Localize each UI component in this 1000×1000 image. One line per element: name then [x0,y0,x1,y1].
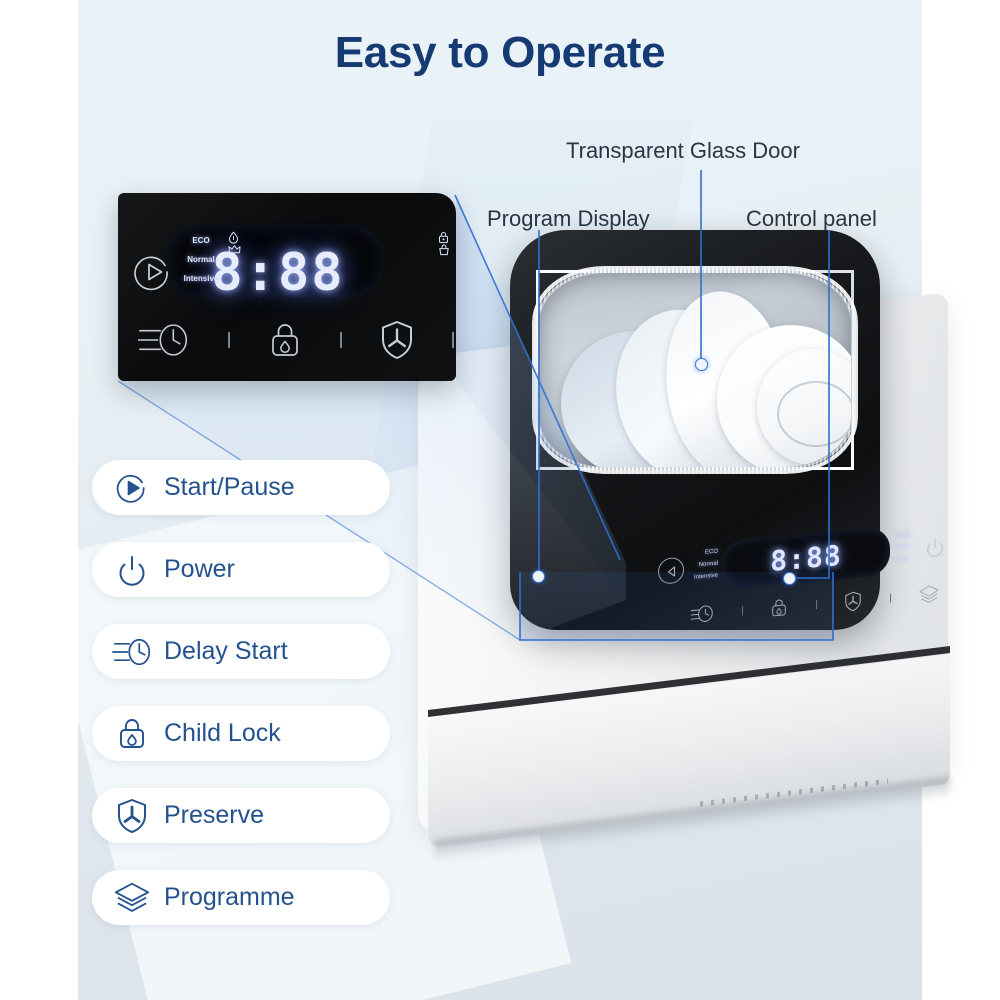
infographic-canvas: Easy to Operate 8:88 ECO Normal Intensiv… [0,0,1000,1000]
mini-divider [741,605,743,616]
mode-eco: ECO [192,236,210,245]
mini-delay-start-icon [690,605,713,622]
feature-label: Delay Start [164,637,288,665]
annotation-program-display: Program Display [487,206,650,231]
callout-dot-program-display [532,570,545,583]
display-right-icons [438,231,456,275]
mini-start-pause-icon[interactable] [658,556,684,585]
child-lock-icon [110,715,154,753]
page-title: Easy to Operate [334,28,666,77]
feature-item-start-pause[interactable]: Start/Pause [92,460,390,515]
mini-mode-intensive: Intensive [693,572,718,581]
start-pause-button[interactable] [132,251,174,293]
mini-display-value: 8:88 [770,538,842,578]
preserve-icon [110,797,154,835]
feature-item-preserve[interactable]: Preserve [92,788,390,843]
crown-icon [228,245,241,254]
basket-icon [439,244,449,256]
mini-divider [889,593,891,603]
feature-item-delay-start[interactable]: Delay Start [92,624,390,679]
feature-label: Preserve [164,801,265,829]
mode-intensive: Intensive [183,274,219,283]
control-button-row[interactable] [138,315,456,365]
mini-programme-icon [919,585,939,603]
programme-icon [110,879,154,917]
child-lock-button-icon[interactable] [268,321,302,359]
feature-label: Programme [164,883,295,911]
mini-divider [815,599,817,609]
mini-program-display: 8:88 [722,526,890,590]
transparent-glass-door [536,270,854,470]
mini-power-icon[interactable] [922,533,948,561]
button-divider [452,332,454,348]
mode-normal: Normal [187,255,215,264]
droplet-icon [228,231,239,244]
preserve-button-icon[interactable] [380,320,414,360]
annotation-transparent-glass-door: Transparent Glass Door [566,138,800,163]
feature-item-child-lock[interactable]: Child Lock [92,706,390,761]
dish-bowl-rim [777,381,851,447]
zoomed-control-panel[interactable]: 8:88 ECO Normal Intensive [118,193,456,381]
dishwasher-door-shell: 8:88 ECO Normal Intensive Rapid Glass Fr… [510,230,943,630]
start-pause-icon [110,469,154,507]
feature-list: Start/Pause Power Delay Start Child Lock… [92,460,390,952]
mini-button-row[interactable] [690,580,940,628]
button-divider [340,332,342,348]
mini-child-lock-icon [772,599,786,617]
display-left-icons [228,231,246,274]
delay-start-icon [110,633,154,671]
feature-label: Power [164,555,235,583]
lock-icon [438,232,449,244]
display-left-modes: ECO Normal Intensive [178,231,224,288]
mini-left-modes: ECO Normal Intensive [690,546,718,584]
delay-start-button-icon[interactable] [138,323,190,357]
mini-preserve-icon [845,591,861,611]
callout-dot-control-panel [783,572,796,585]
feature-label: Child Lock [164,719,281,747]
power-icon [110,551,154,589]
feature-label: Start/Pause [164,473,295,501]
annotation-control-panel: Control panel [746,206,877,231]
product-image: 8:88 ECO Normal Intensive Rapid Glass Fr… [400,230,950,880]
feature-item-power[interactable]: Power [92,542,390,597]
callout-dot-glass-door [695,358,708,371]
button-divider [228,332,230,348]
feature-item-programme[interactable]: Programme [92,870,390,925]
